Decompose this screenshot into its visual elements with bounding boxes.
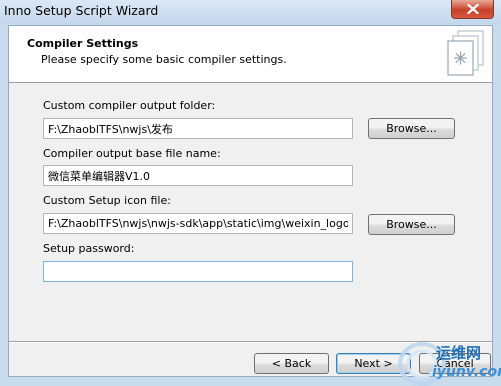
output-folder-label: Custom compiler output folder: [43,99,216,112]
watermark-text-top: 运维网 [436,344,482,362]
wizard-document-icon [447,30,484,76]
window-title: Inno Setup Script Wizard [4,3,159,18]
title-bar[interactable]: Inno Setup Script Wizard [0,0,501,24]
back-button[interactable]: < Back [254,353,329,374]
page-title: Compiler Settings [27,37,139,50]
output-folder-field[interactable] [43,118,353,139]
close-icon [467,4,479,14]
browse-icon-file-button[interactable]: Browse... [368,214,455,235]
password-label: Setup password: [43,242,135,255]
output-base-name-label: Compiler output base file name: [43,147,221,160]
icon-file-field[interactable] [43,213,353,234]
watermark-text-bottom: iyunv.com [432,364,501,380]
wizard-dialog: Compiler Settings Please specify some ba… [8,25,493,377]
page-subtitle: Please specify some basic compiler setti… [41,53,287,66]
password-field[interactable] [43,261,353,282]
close-button[interactable] [451,0,494,19]
wizard-header: Compiler Settings Please specify some ba… [9,26,492,83]
browse-output-folder-button[interactable]: Browse... [368,118,455,139]
output-base-name-field[interactable] [43,165,353,186]
icon-file-label: Custom Setup icon file: [43,194,171,207]
site-watermark: 运维网 iyunv.com [398,340,501,386]
